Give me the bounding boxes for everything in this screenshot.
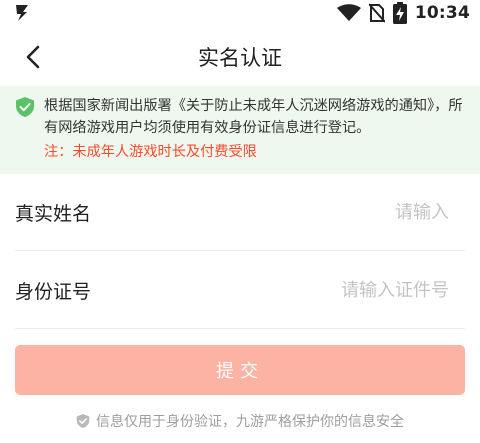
- app-bolt-icon: [16, 5, 28, 21]
- privacy-footer-text: 信息仅用于身份验证，九游严格保护你的信息安全: [96, 414, 404, 430]
- wifi-icon: [336, 4, 361, 21]
- real-name-label: 真实姓名: [15, 202, 92, 225]
- notice-text: 根据国家新闻出版署《关于防止未成年人沉迷网络游戏的通知》，所有网络游戏用户均须使…: [44, 98, 463, 136]
- shield-check-icon: [76, 414, 90, 428]
- notice-banner: 根据国家新闻出版署《关于防止未成年人沉迷网络游戏的通知》，所有网络游戏用户均须使…: [0, 86, 480, 174]
- status-icons: 10:34: [336, 2, 470, 24]
- status-bar: 10:34: [0, 0, 480, 26]
- submit-button[interactable]: 提交: [15, 345, 465, 395]
- id-number-input[interactable]: [209, 279, 465, 301]
- privacy-footer: 信息仅用于身份验证，九游严格保护你的信息安全: [0, 410, 480, 432]
- id-number-label: 身份证号: [15, 280, 92, 303]
- battery-charging-icon: [392, 2, 407, 24]
- header: 实名认证: [0, 30, 480, 82]
- page-title: 实名认证: [198, 46, 282, 70]
- status-time: 10:34: [414, 3, 470, 23]
- notice-warning: 注：未成年人游戏时长及付费受限: [44, 144, 257, 160]
- no-sim-icon: [368, 3, 385, 23]
- id-number-row: 身份证号: [15, 252, 465, 329]
- real-name-input[interactable]: [209, 201, 465, 223]
- real-name-row: 真实姓名: [15, 174, 465, 251]
- shield-check-icon: [16, 97, 34, 117]
